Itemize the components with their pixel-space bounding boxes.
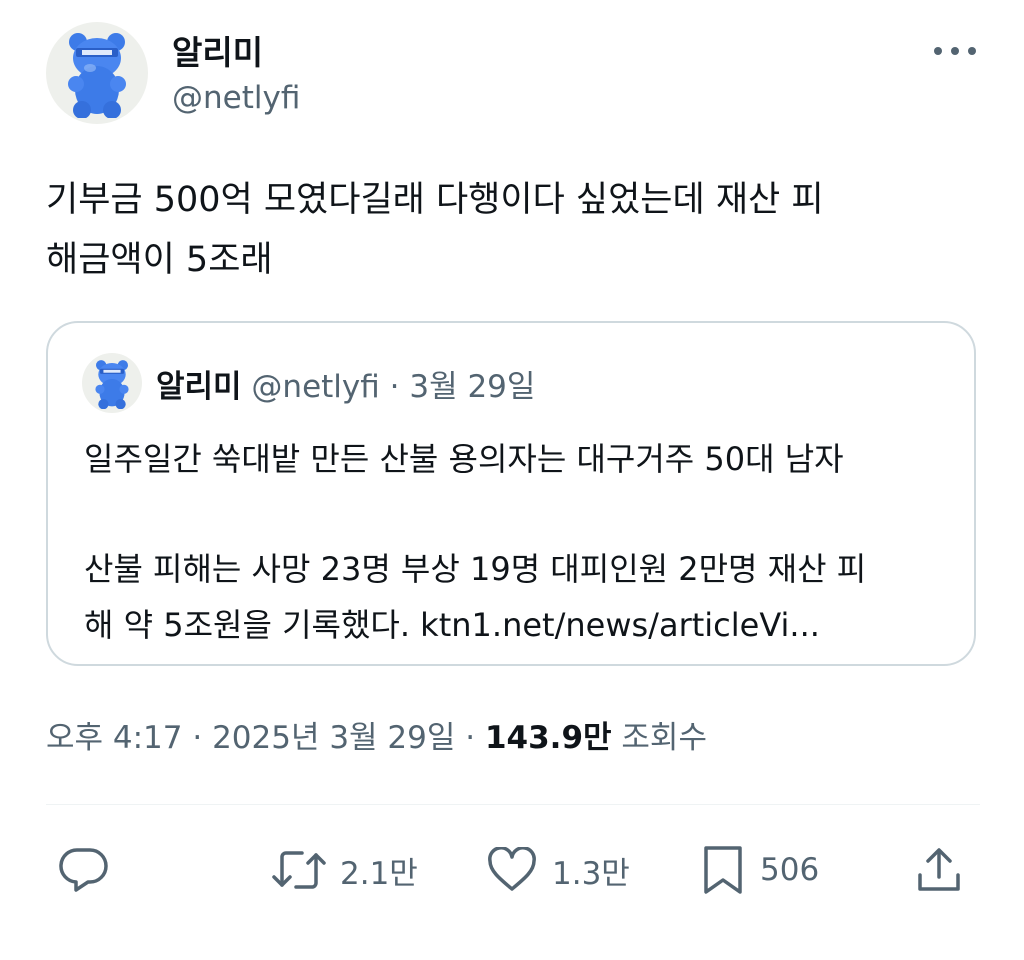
reply-button[interactable] — [58, 840, 124, 900]
quote-header: 알리미 @netlyfi · 3월 29일 — [156, 361, 535, 406]
quote-tweet-card[interactable]: 알리미 @netlyfi · 3월 29일 일주일간 쑥대밭 만든 산불 용의자… — [46, 321, 976, 666]
like-icon — [488, 847, 536, 891]
quote-text-line: 일주일간 쑥대밭 만든 산불 용의자는 대구거주 50대 남자 — [84, 440, 844, 478]
retweet-button[interactable]: 2.1만 — [272, 840, 418, 900]
like-count: 1.3만 — [552, 855, 630, 892]
bookmark-count: 506 — [760, 852, 820, 888]
retweet-count: 2.1만 — [340, 855, 418, 892]
author-avatar[interactable] — [46, 22, 148, 124]
quote-text: 일주일간 쑥대밭 만든 산불 용의자는 대구거주 50대 남자 산불 피해는 사… — [84, 431, 964, 653]
gummy-bear-icon — [95, 360, 129, 409]
views-label: 조회수 — [611, 720, 707, 756]
retweet-icon — [272, 851, 326, 889]
bookmark-icon — [704, 846, 742, 894]
quote-author-avatar — [82, 353, 142, 413]
share-icon — [918, 848, 960, 891]
quote-text-line: 해 약 5조원을 기록했다. ktn1.net/news/articleVi..… — [84, 606, 820, 644]
reply-icon — [59, 848, 108, 892]
divider — [46, 804, 980, 805]
tweet-text-line: 기부금 500억 모였다길래 다행이다 싶었는데 재산 피 — [46, 180, 824, 220]
like-button[interactable]: 1.3만 — [486, 840, 630, 900]
quote-meta: @netlyfi · 3월 29일 — [251, 369, 535, 405]
share-button[interactable] — [914, 840, 964, 900]
quote-handle-date: @netlyfi · 3월 29일 — [251, 369, 536, 405]
views-count: 143.9만 — [484, 720, 612, 756]
more-icon[interactable] — [930, 34, 980, 68]
author-handle[interactable]: @netlyfi — [172, 80, 300, 116]
quote-author-name: 알리미 — [156, 369, 242, 405]
tweet-text-line: 해금액이 5조래 — [46, 240, 273, 280]
timestamp[interactable]: 오후 4:17 · 2025년 3월 29일 · — [46, 720, 485, 756]
tweet-text: 기부금 500억 모였다길래 다행이다 싶었는데 재산 피 해금액이 5조래 — [46, 170, 976, 290]
gummy-bear-icon — [68, 33, 126, 118]
bookmark-button[interactable]: 506 — [700, 840, 819, 900]
timestamp-row: 오후 4:17 · 2025년 3월 29일 · 143.9만 조회수 — [46, 712, 707, 757]
author-name[interactable]: 알리미 — [172, 26, 263, 74]
quote-text-line: 산불 피해는 사망 23명 부상 19명 대피인원 2만명 재산 피 — [84, 550, 867, 588]
